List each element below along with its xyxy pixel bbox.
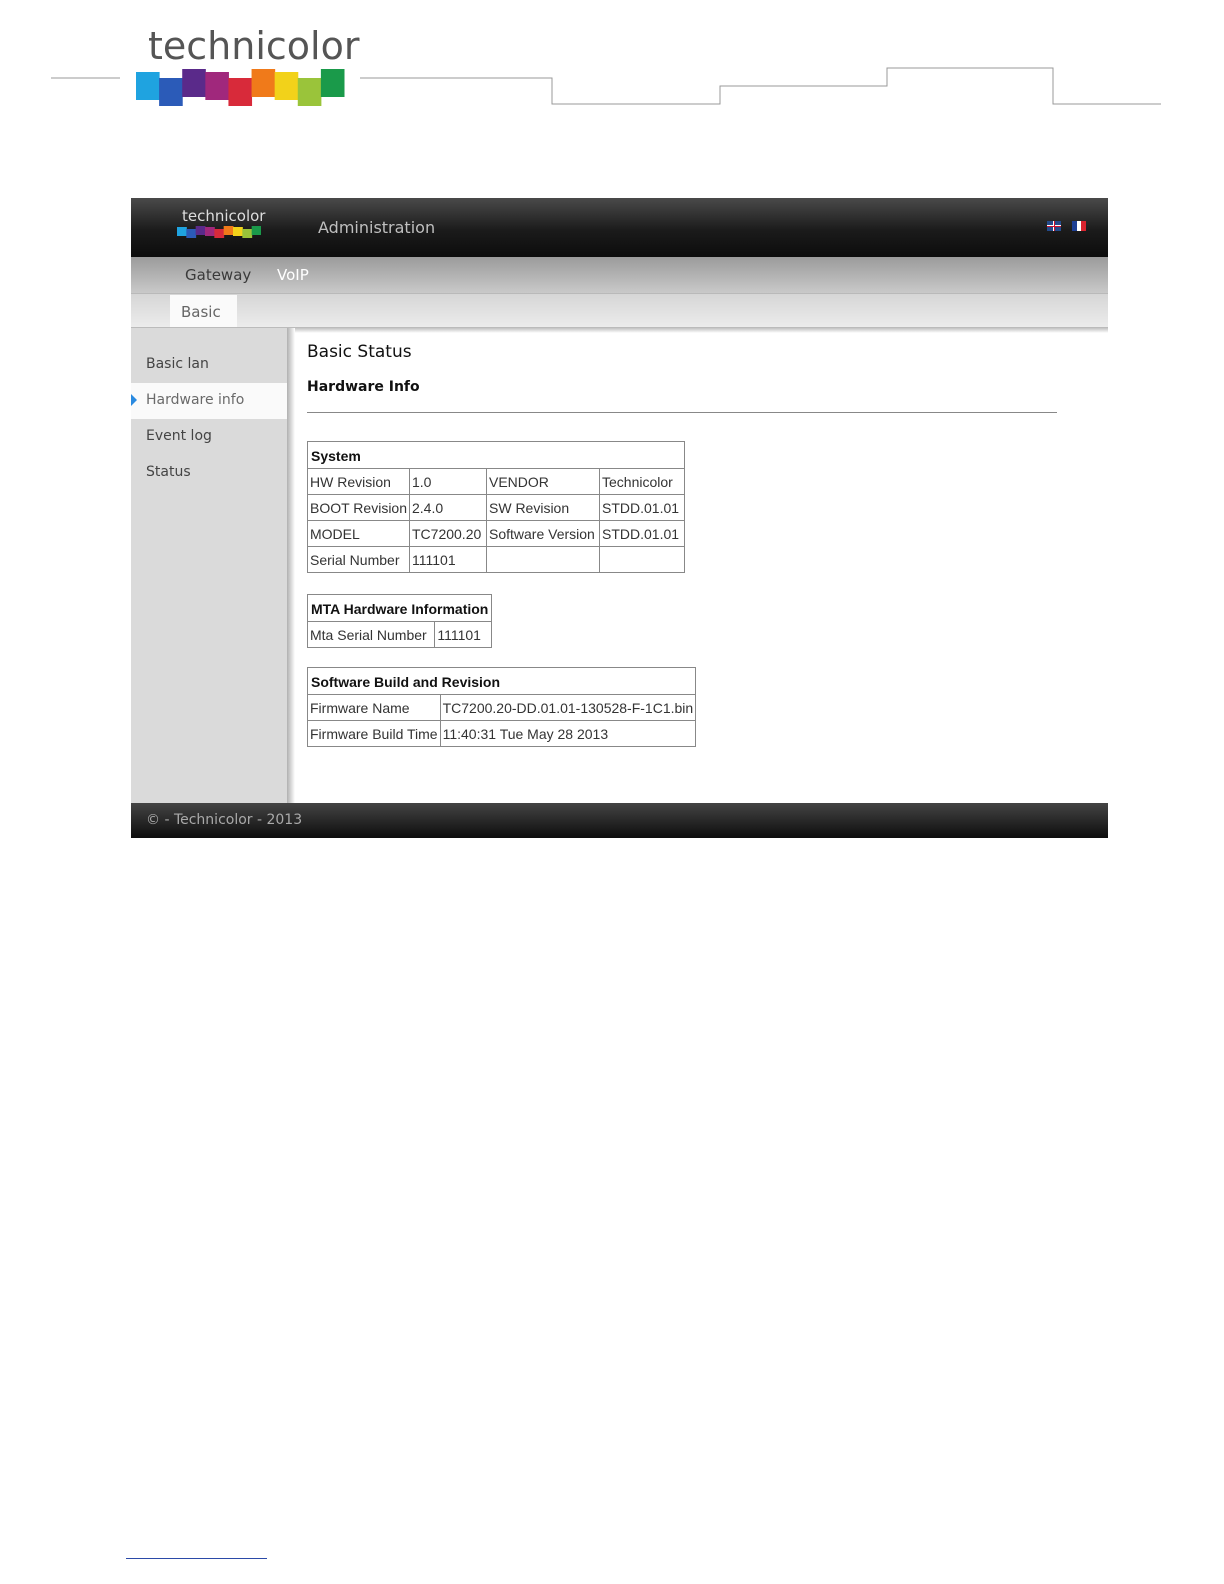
document-logo-wordmark: technicolor [148,24,360,68]
footer: © - Technicolor - 2013 [131,803,1108,838]
app-title: Administration [318,218,436,237]
table-cell: 2.4.0 [409,494,487,521]
logo-bar [159,78,183,106]
divider [307,412,1057,413]
document-header: technicolor [0,0,1224,130]
logo-bar [205,72,229,100]
admin-screenshot: technicolor Administration Gateway VoIP … [131,198,1108,838]
table-row: Firmware Name TC7200.20-DD.01.01-130528-… [307,694,697,721]
logo-bar [223,226,234,235]
table-cell: Software Version [486,520,600,547]
sidebar-item-hardware-info[interactable]: Hardware info [131,383,287,419]
table-cell: STDD.01.01 [599,520,685,547]
table-cell: TC7200.20-DD.01.01-130528-F-1C1.bin [439,694,697,721]
table-cell: SW Revision [486,494,600,521]
sidebar-item-basic-lan[interactable]: Basic lan [131,347,287,383]
active-arrow-icon [131,394,137,406]
table-cell: Firmware Build Time [307,720,441,747]
logo-bar [297,78,322,106]
subtab-basic[interactable]: Basic [170,295,237,327]
table-cell: MODEL [307,520,410,547]
table-row: Serial Number 111101 [307,546,685,573]
logo-bar [205,227,215,236]
logo-bar [228,78,253,106]
sidebar-item-status[interactable]: Status [131,455,287,491]
table-cell: 11:40:31 Tue May 28 2013 [439,720,697,747]
logo-bar [214,229,225,238]
section-title: Hardware Info [307,379,420,395]
logo-bar [320,69,345,97]
copyright-text: © - Technicolor - 2013 [146,812,303,828]
table-row: Firmware Build Time 11:40:31 Tue May 28 … [307,720,697,747]
software-table: Software Build and Revision Firmware Nam… [306,667,697,747]
table-cell: 111101 [434,621,493,648]
table-cell: TC7200.20 [409,520,487,547]
tab-gateway[interactable]: Gateway [185,266,251,284]
table-cell [486,546,600,573]
table-cell [599,546,685,573]
uk-flag-icon[interactable] [1047,221,1061,231]
table-cell: VENDOR [486,468,600,495]
table-cell: Technicolor [599,468,685,495]
main-nav: Gateway VoIP [131,257,1108,293]
page-title: Basic Status [307,342,412,362]
table-cell: Serial Number [307,546,410,573]
logo-bar [274,72,299,100]
app-logo-wordmark: technicolor [182,207,266,225]
logo-bar [195,226,206,235]
sidebar-item-event-log[interactable]: Event log [131,419,287,455]
table-header: System [307,441,685,469]
top-bar: technicolor Administration [131,198,1108,257]
table-header: MTA Hardware Information [306,594,493,622]
sidebar-item-label: Hardware info [146,392,245,408]
logo-bar [242,229,253,238]
table-cell: Firmware Name [307,694,441,721]
table-header-row: MTA Hardware Information [306,594,493,622]
table-cell: STDD.01.01 [599,494,685,521]
logo-bar [251,226,261,235]
table-row: BOOT Revision 2.4.0 SW Revision STDD.01.… [307,494,685,521]
logo-bar [136,72,160,100]
sidebar-item-label: Basic lan [146,356,209,372]
logo-bar [182,69,206,97]
sidebar-edge-shadow [287,328,295,803]
table-row: Mta Serial Number 111101 [306,621,493,648]
table-cell: BOOT Revision [307,494,410,521]
logo-bar [251,69,276,97]
footnote-separator [126,1558,267,1559]
fr-flag-icon[interactable] [1072,221,1087,231]
table-cell: 111101 [409,546,487,573]
logo-bar [177,227,187,236]
table-header-row: System [307,441,685,469]
logo-bar [233,227,243,236]
table-cell: 1.0 [409,468,487,495]
table-header: Software Build and Revision [306,667,697,695]
system-table: System HW Revision 1.0 VENDOR Technicolo… [307,441,685,573]
table-cell: Mta Serial Number [306,621,436,648]
table-row: HW Revision 1.0 VENDOR Technicolor [307,468,685,495]
table-cell: HW Revision [307,468,410,495]
sidebar-item-label: Event log [146,428,212,444]
app-logo-bars [177,226,261,238]
table-header-row: Software Build and Revision [306,667,697,695]
sidebar-item-label: Status [146,464,191,480]
sub-nav: Basic [131,293,1108,327]
logo-color-bars [136,69,345,106]
table-row: MODEL TC7200.20 Software Version STDD.01… [307,520,685,547]
tab-voip[interactable]: VoIP [277,266,309,284]
mta-table: MTA Hardware Information Mta Serial Numb… [306,594,493,648]
logo-bar [186,229,197,238]
sidebar: Basic lan Hardware info Event log Status [131,328,287,803]
